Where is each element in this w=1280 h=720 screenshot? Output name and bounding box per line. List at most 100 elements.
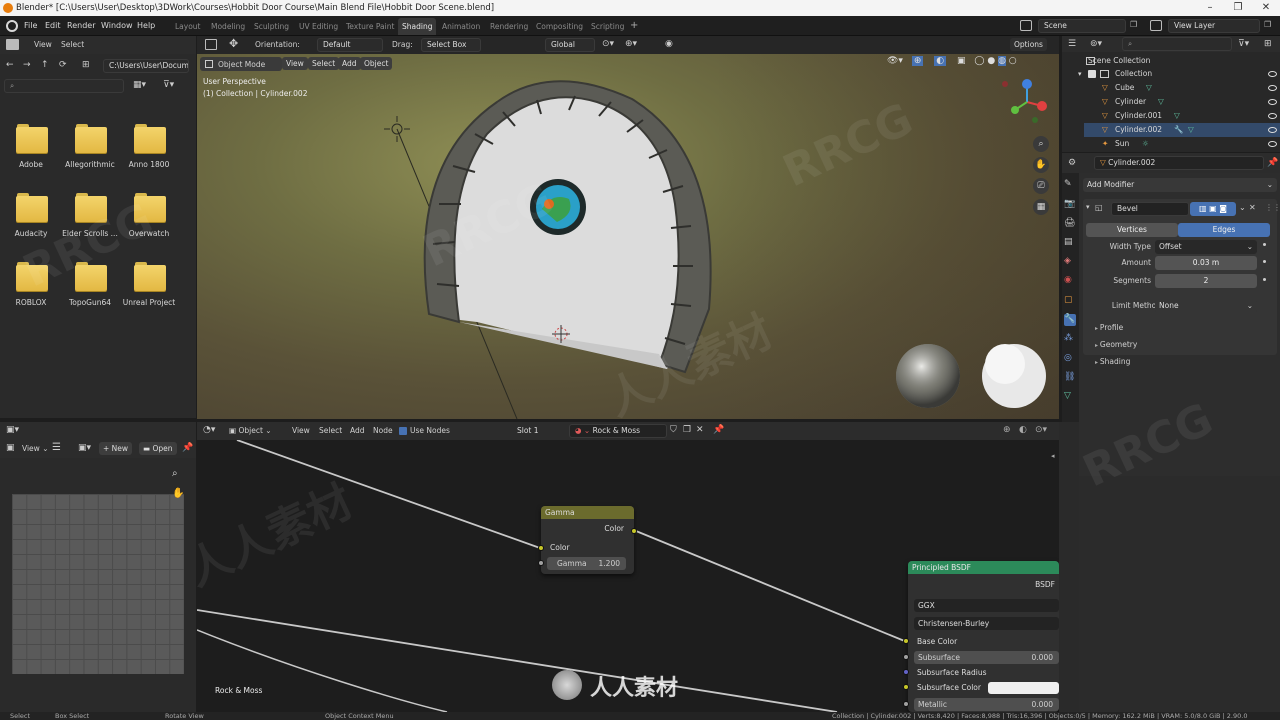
subsurface-field[interactable]: Subsurface 0.000 [914, 651, 1059, 664]
transform-orientation-dropdown[interactable]: Global [545, 38, 595, 52]
copy-view-layer-icon[interactable]: ❐ [1264, 20, 1271, 29]
pin-icon[interactable]: 📌 [182, 443, 193, 453]
menu-file[interactable]: File [24, 16, 37, 36]
solid-shading-icon[interactable]: ● [987, 56, 995, 66]
open-image-button[interactable]: ▬ Open [139, 442, 177, 455]
subsurface-method-dropdown[interactable]: Christensen-Burley [914, 617, 1059, 630]
geometry-subpanel[interactable]: ▸ Geometry [1095, 338, 1137, 351]
gamma-color-input-socket[interactable] [538, 545, 544, 551]
amount-field[interactable]: 0.03 m [1155, 256, 1257, 270]
edges-tab[interactable]: Edges [1178, 223, 1270, 237]
collapse-arrow-icon[interactable]: ▾ [1086, 203, 1090, 211]
object-name-field[interactable]: ▽ Cylinder.002 [1094, 156, 1264, 170]
node-options-icon[interactable]: ⊙▾ [1035, 425, 1047, 435]
node-view-menu[interactable]: View [292, 424, 310, 437]
view-layer-field[interactable]: View Layer [1168, 19, 1260, 33]
node-select-menu[interactable]: Select [319, 424, 342, 437]
render-tab-icon[interactable]: 📷 [1064, 199, 1076, 211]
gamma-node[interactable]: Gamma Color Color Gamma 1.200 [541, 506, 634, 574]
modifier-name-field[interactable]: Bevel [1111, 202, 1189, 216]
back-arrow-icon[interactable]: ← [6, 60, 14, 70]
display-mode-icon[interactable]: ⊚▾ [1090, 39, 1102, 49]
width-type-dropdown[interactable]: Offset ⌄ [1155, 240, 1257, 254]
pin-icon[interactable]: 📌 [1267, 158, 1278, 168]
visibility-eye-icon[interactable] [1268, 71, 1277, 77]
world-tab-icon[interactable]: ◉ [1064, 275, 1076, 287]
viewport-select-menu[interactable]: Select [308, 57, 340, 70]
tab-sculpting[interactable]: Sculpting [250, 18, 293, 35]
folder-item[interactable]: Overwatch [121, 187, 177, 247]
filter-icon[interactable]: ⊽▾ [1238, 39, 1249, 49]
base-color-input-socket[interactable] [903, 638, 909, 644]
menu-render[interactable]: Render [67, 16, 95, 36]
parent-directory-icon[interactable]: ↑ [41, 60, 49, 70]
subsurface-radius-input-socket[interactable] [903, 669, 909, 675]
snap-icon[interactable]: ⊕ [1003, 425, 1011, 435]
view-layer-tab-icon[interactable]: ▤ [1064, 237, 1076, 249]
keyframe-dot-icon[interactable] [1263, 243, 1266, 246]
editor-type-icon[interactable]: ▣▾ [6, 425, 19, 435]
pin-icon[interactable]: 📌 [713, 425, 724, 435]
image-editor-canvas[interactable]: ⌕ ✋ [0, 458, 196, 712]
scene-icon[interactable] [1020, 20, 1032, 31]
unlink-material-icon[interactable]: ✕ [696, 425, 704, 435]
folder-item[interactable]: Anno 1800 [121, 118, 177, 178]
properties-editor-icon[interactable]: ⚙ [1068, 158, 1076, 168]
new-image-button[interactable]: + New [99, 442, 133, 455]
visibility-eye-icon[interactable] [1268, 113, 1277, 119]
duplicate-material-icon[interactable]: ❐ [683, 425, 691, 435]
pan-hand-icon[interactable]: ✋ [1033, 157, 1049, 173]
modifier-dropdown-icon[interactable]: ⌄ [1239, 203, 1246, 212]
editor-type-icon[interactable] [6, 39, 19, 50]
object-mode-dropdown[interactable]: Object Mode [200, 57, 282, 71]
sidebar-toggle-icon[interactable]: ◂ [1051, 452, 1055, 460]
tab-layout[interactable]: Layout [171, 18, 205, 35]
tab-shading[interactable]: Shading [398, 18, 437, 35]
material-name-field[interactable]: ◕ ⌄ Rock & Moss [569, 424, 667, 438]
viewport-object-menu[interactable]: Object [360, 57, 393, 70]
object-data-tab-icon[interactable]: ▽ [1064, 391, 1076, 403]
particles-tab-icon[interactable]: ⁂ [1064, 333, 1076, 345]
folder-item[interactable]: Unreal Project [121, 256, 177, 316]
material-slot-dropdown[interactable]: Slot 1 [511, 424, 565, 438]
tab-modeling[interactable]: Modeling [207, 18, 249, 35]
physics-tab-icon[interactable]: ◎ [1064, 353, 1076, 365]
outliner-collection[interactable]: ▾ Collection [1078, 67, 1280, 81]
material-preview-icon[interactable]: ◍ [998, 56, 1006, 66]
modifier-wrench-tab-icon[interactable]: 🔧 [1064, 314, 1076, 326]
folder-item[interactable]: TopoGun64 [62, 256, 118, 316]
scene-field[interactable]: Scene [1038, 19, 1126, 33]
gamma-color-output-socket[interactable] [631, 528, 637, 534]
blender-menu-icon[interactable] [6, 20, 18, 32]
perspective-toggle-icon[interactable]: ▦ [1033, 199, 1049, 215]
image-browse-icon[interactable]: ▣▾ [78, 443, 91, 453]
menu-window[interactable]: Window [101, 16, 133, 36]
rendered-shading-icon[interactable]: ○ [1009, 56, 1017, 66]
orientation-dropdown[interactable]: Default [317, 38, 383, 52]
image-view-menu[interactable]: View ⌄ [22, 442, 48, 455]
maximize-icon[interactable]: ❐ [1224, 0, 1252, 16]
limit-method-dropdown[interactable]: None ⌄ [1155, 299, 1257, 313]
new-folder-icon[interactable]: ⊞ [82, 60, 90, 70]
visibility-eye-icon[interactable] [1268, 99, 1277, 105]
tab-uv-editing[interactable]: UV Editing [295, 18, 342, 35]
use-nodes-checkbox[interactable] [399, 427, 407, 435]
expand-arrow-icon[interactable]: ▾ [1078, 67, 1082, 81]
proportional-edit-icon[interactable]: ◉ [665, 39, 673, 49]
folder-item[interactable]: Audacity [3, 187, 59, 247]
modifier-close-icon[interactable]: ✕ [1249, 203, 1256, 212]
subsurface-input-socket[interactable] [903, 654, 909, 660]
node-add-menu[interactable]: Add [350, 424, 365, 437]
outliner-object-row[interactable]: ✦ Sun ☼ [1084, 137, 1280, 151]
visibility-eye-icon[interactable] [1268, 127, 1277, 133]
outliner-object-row[interactable]: ▽ Cylinder ▽ [1084, 95, 1280, 109]
wireframe-shading-icon[interactable]: ◯ [974, 56, 984, 66]
transform-gizmo-icon[interactable]: ✥ [229, 37, 238, 50]
editor-type-icon[interactable] [205, 39, 217, 50]
drag-handle-icon[interactable]: ⋮⋮ [1265, 203, 1280, 212]
viewport-add-menu[interactable]: Add [338, 57, 361, 70]
folder-item[interactable]: Allegorithmic [62, 118, 118, 178]
pivot-icon[interactable]: ⊙▾ [602, 39, 614, 49]
close-icon[interactable]: ✕ [1252, 0, 1280, 16]
subsurface-color-swatch[interactable] [988, 682, 1059, 694]
